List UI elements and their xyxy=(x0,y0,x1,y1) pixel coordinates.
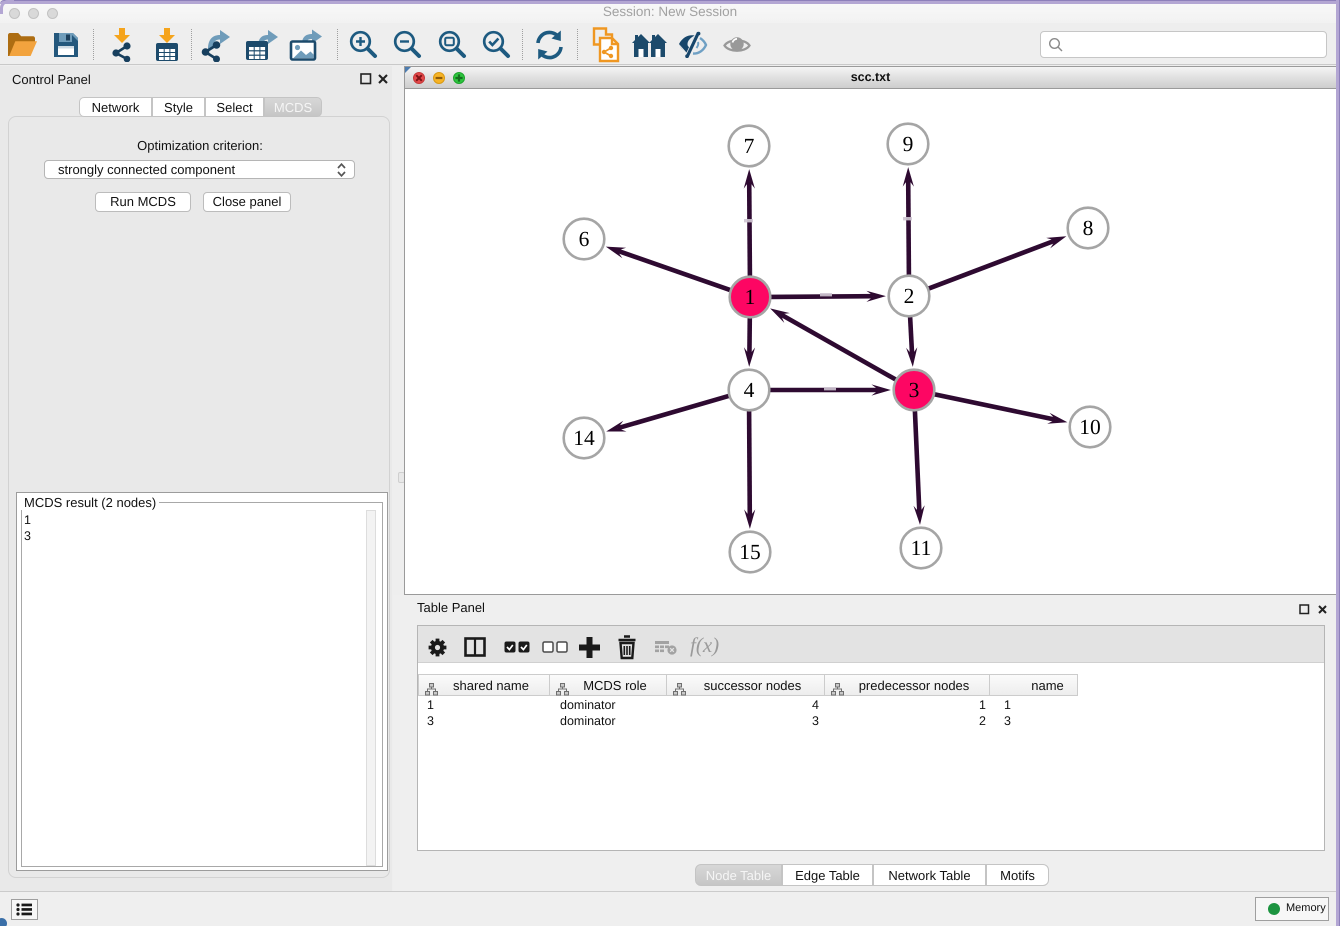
svg-text:7: 7 xyxy=(744,134,755,158)
svg-text:6: 6 xyxy=(579,227,590,251)
svg-text:8: 8 xyxy=(1083,216,1094,240)
svg-text:14: 14 xyxy=(573,426,595,450)
svg-text:4: 4 xyxy=(744,378,755,402)
svg-text:9: 9 xyxy=(903,132,914,156)
svg-text:11: 11 xyxy=(911,536,932,560)
svg-text:15: 15 xyxy=(739,540,761,564)
svg-text:1: 1 xyxy=(745,285,756,309)
svg-text:10: 10 xyxy=(1079,415,1101,439)
svg-text:2: 2 xyxy=(904,284,915,308)
svg-text:3: 3 xyxy=(909,378,920,402)
